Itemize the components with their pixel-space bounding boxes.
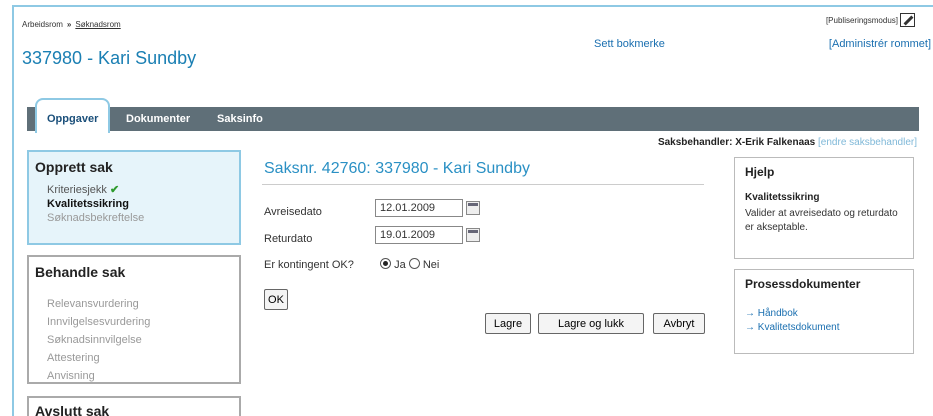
breadcrumb-separator: »: [66, 20, 72, 29]
process-documents-title: Prosessdokumenter: [745, 277, 861, 291]
section-title: Behandle sak: [35, 264, 126, 280]
handbook-link[interactable]: → Håndbok: [745, 307, 913, 321]
pencil-icon[interactable]: [900, 13, 915, 27]
section-behandle-sak: Behandle sak Relevansvurdering Innvilgel…: [27, 255, 241, 384]
departure-label: Avreisedato: [264, 206, 322, 218]
radio-yes[interactable]: [380, 258, 391, 269]
process-documents-panel: Prosessdokumenter → Håndbok → Kvalitetsd…: [734, 269, 914, 354]
help-panel: Hjelp Kvalitetssikring Valider at avreis…: [734, 157, 914, 259]
quality-document-link[interactable]: → Kvalitetsdokument: [745, 321, 913, 335]
step-soknadsinnvilgelse: Søknadsinnvilgelse: [47, 334, 142, 346]
frame-border-top: [12, 5, 933, 7]
radio-yes-label: Ja: [394, 259, 406, 271]
departure-date-input[interactable]: 12.01.2009: [375, 199, 463, 217]
case-handler-label: Saksbehandler: X-Erik Falkenaas: [657, 137, 816, 148]
cancel-button[interactable]: Avbryt: [653, 313, 705, 334]
save-button[interactable]: Lagre: [485, 313, 531, 334]
publish-mode: [Publiseringsmodus]: [826, 13, 915, 27]
calendar-icon[interactable]: [466, 201, 480, 215]
calendar-icon[interactable]: [466, 228, 480, 242]
step-label: Kriteriesjekk: [47, 184, 107, 196]
step-kvalitetssikring[interactable]: Kvalitetssikring: [47, 197, 239, 211]
ok-button[interactable]: OK: [264, 289, 288, 310]
case-title: Saksnr. 42760: 337980 - Kari Sundby: [264, 160, 530, 177]
radio-no-label: Nei: [422, 259, 440, 271]
help-text: Valider at avreisedato og returdato er a…: [745, 208, 898, 233]
frame-border-left: [12, 5, 14, 416]
tab-bar: Oppgaver Dokumenter Saksinfo: [27, 98, 919, 133]
publish-mode-label: [Publiseringsmodus]: [825, 15, 898, 25]
step-attestering: Attestering: [47, 352, 100, 364]
step-relevansvurdering: Relevansvurdering: [47, 298, 139, 310]
page-title: 337980 - Kari Sundby: [22, 48, 197, 68]
breadcrumb-link-soknadsrom[interactable]: Søknadsrom: [75, 20, 120, 29]
breadcrumb: Arbeidsrom» Søknadsrom: [22, 20, 121, 29]
return-label: Returdato: [264, 233, 313, 245]
save-close-button[interactable]: Lagre og lukk: [538, 313, 644, 334]
section-opprett-sak: Opprett sak Kriteriesjekk ✔ Kvalitetssik…: [27, 150, 241, 245]
tab-dokumenter[interactable]: Dokumenter: [126, 107, 190, 131]
quota-label: Er kontingent OK?: [264, 259, 354, 271]
help-subtitle: Kvalitetssikring: [745, 192, 820, 203]
section-title: Avslutt sak: [35, 403, 110, 416]
radio-no[interactable]: [408, 258, 420, 269]
divider: [262, 184, 704, 185]
admin-room-link[interactable]: [Administrér rommet]: [829, 38, 931, 50]
section-title: Opprett sak: [35, 159, 113, 175]
return-date-input[interactable]: 19.01.2009: [375, 226, 463, 244]
tab-saksinfo[interactable]: Saksinfo: [217, 107, 263, 131]
change-handler-link[interactable]: [endre saksbehandler]: [818, 137, 917, 148]
case-handler: Saksbehandler: X-Erik Falkenaas [endre s…: [658, 137, 917, 148]
step-innvilgelsesvurdering: Innvilgelsesvurdering: [47, 316, 151, 328]
quota-radio-group: Ja Nei: [380, 258, 439, 271]
checkmark-icon: ✔: [109, 184, 120, 196]
step-kriteriesjekk[interactable]: Kriteriesjekk ✔: [47, 183, 239, 197]
bookmark-link[interactable]: Sett bokmerke: [594, 38, 665, 50]
breadcrumb-root: Arbeidsrom: [22, 20, 63, 29]
step-soknadsbekreftelse: Søknadsbekreftelse: [47, 212, 145, 224]
step-anvisning: Anvisning: [47, 370, 95, 382]
section-avslutt-sak: Avslutt sak: [27, 396, 241, 416]
help-title: Hjelp: [745, 165, 775, 179]
tab-oppgaver[interactable]: Oppgaver: [35, 98, 111, 133]
